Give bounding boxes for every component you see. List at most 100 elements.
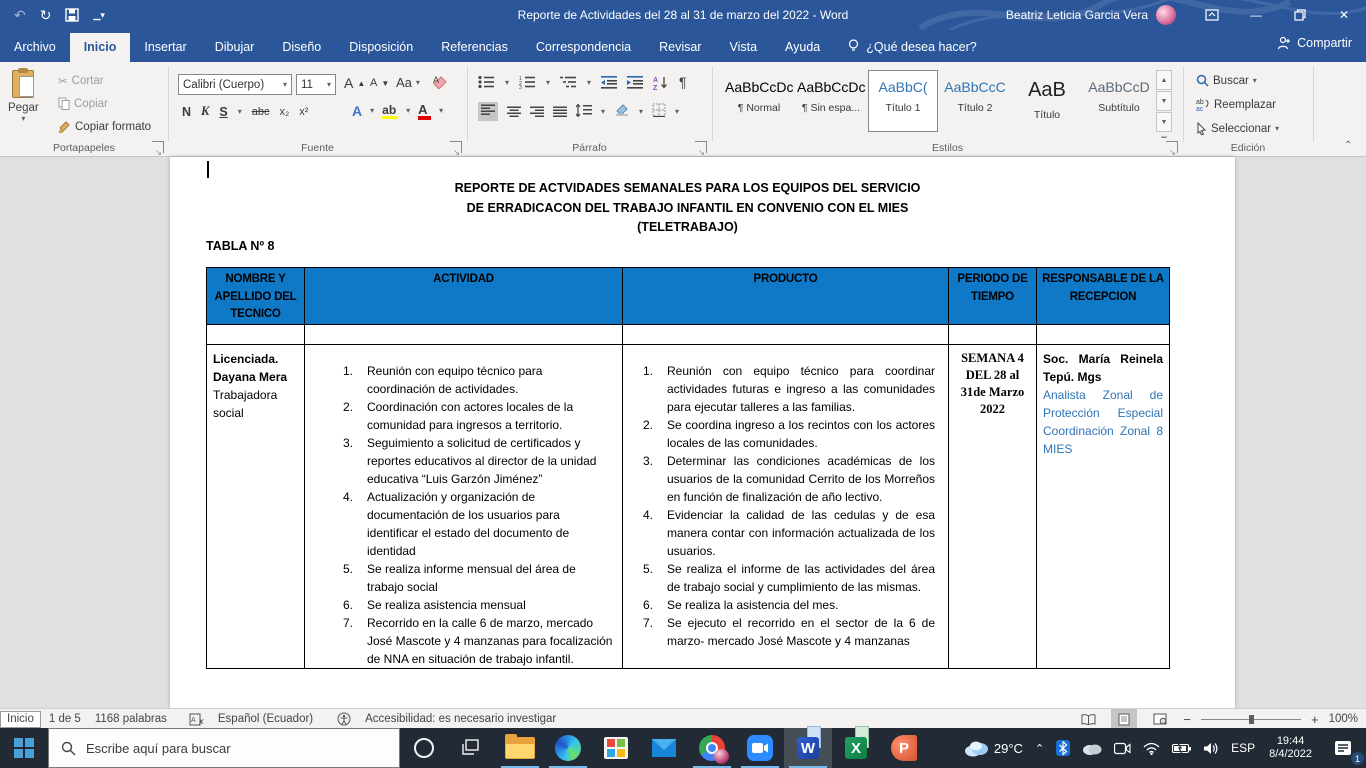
tab-diseno[interactable]: Diseño: [268, 33, 335, 62]
tab-referencias[interactable]: Referencias: [427, 33, 522, 62]
bullets-icon[interactable]: [478, 75, 495, 89]
fuente-dialog-launcher-icon[interactable]: [450, 141, 462, 153]
zoom-slider-handle[interactable]: [1249, 715, 1254, 724]
highlight-button[interactable]: ab: [382, 103, 398, 120]
tab-ayuda[interactable]: Ayuda: [771, 33, 834, 62]
close-button[interactable]: ✕: [1322, 0, 1366, 30]
excel-button[interactable]: X: [832, 728, 880, 768]
zoom-slider[interactable]: [1201, 719, 1301, 720]
tray-expand-icon[interactable]: ⌃: [1029, 728, 1050, 768]
notification-center-button[interactable]: 1: [1320, 728, 1366, 768]
taskbar-search[interactable]: Escribe aquí para buscar: [48, 728, 400, 768]
font-color-button[interactable]: A: [418, 102, 431, 120]
page-indicator[interactable]: 1 de 5: [49, 713, 81, 725]
volume-icon[interactable]: [1197, 728, 1225, 768]
word-count[interactable]: 1168 palabras: [95, 713, 167, 725]
underline-button[interactable]: S: [219, 105, 227, 119]
ribbon-display-options-icon[interactable]: [1190, 0, 1234, 30]
clear-formatting-button[interactable]: A: [432, 74, 448, 94]
replace-button[interactable]: abac Reemplazar: [1196, 98, 1276, 111]
collapse-ribbon-icon[interactable]: ⌃: [1344, 140, 1352, 151]
format-painter-button[interactable]: Copiar formato: [58, 120, 151, 133]
file-explorer-button[interactable]: [496, 728, 544, 768]
language-indicator[interactable]: Español (Ecuador): [218, 713, 313, 725]
change-case-button[interactable]: Aa▾: [396, 75, 420, 90]
accessibility-icon[interactable]: [337, 712, 351, 726]
web-layout-icon[interactable]: [1147, 709, 1173, 729]
font-size-combo[interactable]: 11▾: [296, 74, 336, 95]
multilevel-list-icon[interactable]: [560, 75, 577, 89]
shrink-font-button[interactable]: A▼: [370, 77, 389, 89]
strikethrough-button[interactable]: abc: [252, 106, 270, 118]
style-sin-espaciado[interactable]: AaBbCcDc ¶ Sin espa...: [796, 70, 866, 132]
battery-icon[interactable]: [1166, 728, 1197, 768]
edge-button[interactable]: [544, 728, 592, 768]
zoom-in-icon[interactable]: +: [1311, 712, 1319, 727]
task-view-button[interactable]: [448, 728, 496, 768]
zoom-app-button[interactable]: [736, 728, 784, 768]
show-marks-button[interactable]: ¶: [679, 74, 687, 90]
tab-revisar[interactable]: Revisar: [645, 33, 715, 62]
cut-button[interactable]: ✂Cortar: [58, 74, 104, 88]
tab-correspondencia[interactable]: Correspondencia: [522, 33, 645, 62]
report-table[interactable]: NOMBRE Y APELLIDO DEL TECNICO ACTIVIDAD …: [206, 267, 1170, 669]
tab-insertar[interactable]: Insertar: [130, 33, 200, 62]
styles-scroll-up-icon[interactable]: ▲: [1156, 70, 1172, 90]
meet-now-icon[interactable]: [1108, 728, 1137, 768]
zoom-out-icon[interactable]: −: [1183, 712, 1191, 727]
restore-button[interactable]: [1278, 0, 1322, 30]
font-name-combo[interactable]: Calibri (Cuerpo)▾: [178, 74, 292, 95]
start-button[interactable]: [0, 728, 48, 768]
style-titulo-1[interactable]: AaBbC( Título 1: [868, 70, 938, 132]
store-button[interactable]: [592, 728, 640, 768]
select-button[interactable]: Seleccionar▾: [1196, 122, 1279, 135]
tab-archivo[interactable]: Archivo: [0, 33, 70, 62]
clock[interactable]: 19:448/4/2022: [1261, 728, 1320, 768]
sort-icon[interactable]: AZ: [653, 75, 669, 90]
borders-button[interactable]: [652, 103, 666, 120]
read-mode-icon[interactable]: [1075, 709, 1101, 729]
grow-font-button[interactable]: A▲: [344, 75, 365, 91]
powerpoint-button[interactable]: P: [880, 728, 928, 768]
copy-button[interactable]: Copiar: [58, 97, 108, 110]
style-titulo-2[interactable]: AaBbCcC Título 2: [940, 70, 1010, 132]
superscript-button[interactable]: x²: [299, 106, 308, 118]
tell-me-box[interactable]: ¿Qué desea hacer?: [848, 39, 977, 62]
style-normal[interactable]: AaBbCcDc ¶ Normal: [724, 70, 794, 132]
increase-indent-icon[interactable]: [627, 75, 643, 89]
paste-button[interactable]: Pegar ▾: [8, 70, 39, 123]
align-left-button[interactable]: [478, 102, 498, 121]
find-button[interactable]: Buscar▾: [1196, 74, 1257, 87]
chrome-button[interactable]: [688, 728, 736, 768]
user-name[interactable]: Beatriz Leticia Garcia Vera: [1006, 8, 1148, 22]
italic-button[interactable]: K: [201, 104, 209, 119]
print-layout-icon[interactable]: [1111, 709, 1137, 729]
shading-button[interactable]: [614, 103, 630, 120]
proofing-icon[interactable]: A✗: [189, 713, 204, 726]
mail-button[interactable]: [640, 728, 688, 768]
accessibility-status[interactable]: Accesibilidad: es necesario investigar: [365, 713, 556, 725]
bold-button[interactable]: N: [182, 105, 191, 119]
numbering-icon[interactable]: 123: [519, 75, 536, 89]
styles-gallery-expand-icon[interactable]: ▼▔: [1156, 112, 1172, 132]
tab-inicio[interactable]: Inicio: [70, 33, 131, 62]
weather-widget[interactable]: 29°C: [957, 728, 1029, 768]
tab-dibujar[interactable]: Dibujar: [201, 33, 269, 62]
tab-vista[interactable]: Vista: [715, 33, 771, 62]
styles-scroll-down-icon[interactable]: ▼: [1156, 91, 1172, 111]
portapapeles-dialog-launcher-icon[interactable]: [152, 141, 164, 153]
subscript-button[interactable]: x₂: [279, 106, 289, 118]
wifi-icon[interactable]: [1137, 728, 1166, 768]
word-button[interactable]: W: [784, 728, 832, 768]
zoom-level[interactable]: 100%: [1329, 713, 1358, 725]
tab-disposicion[interactable]: Disposición: [335, 33, 427, 62]
avatar[interactable]: [1156, 5, 1176, 25]
decrease-indent-icon[interactable]: [601, 75, 617, 89]
align-right-button[interactable]: [530, 106, 544, 118]
text-effects-button[interactable]: A: [352, 103, 362, 119]
estilos-dialog-launcher-icon[interactable]: [1166, 141, 1178, 153]
language-indicator[interactable]: ESP: [1225, 728, 1261, 768]
line-spacing-button[interactable]: [576, 104, 592, 120]
align-center-button[interactable]: [507, 106, 521, 118]
bluetooth-icon[interactable]: [1050, 728, 1076, 768]
